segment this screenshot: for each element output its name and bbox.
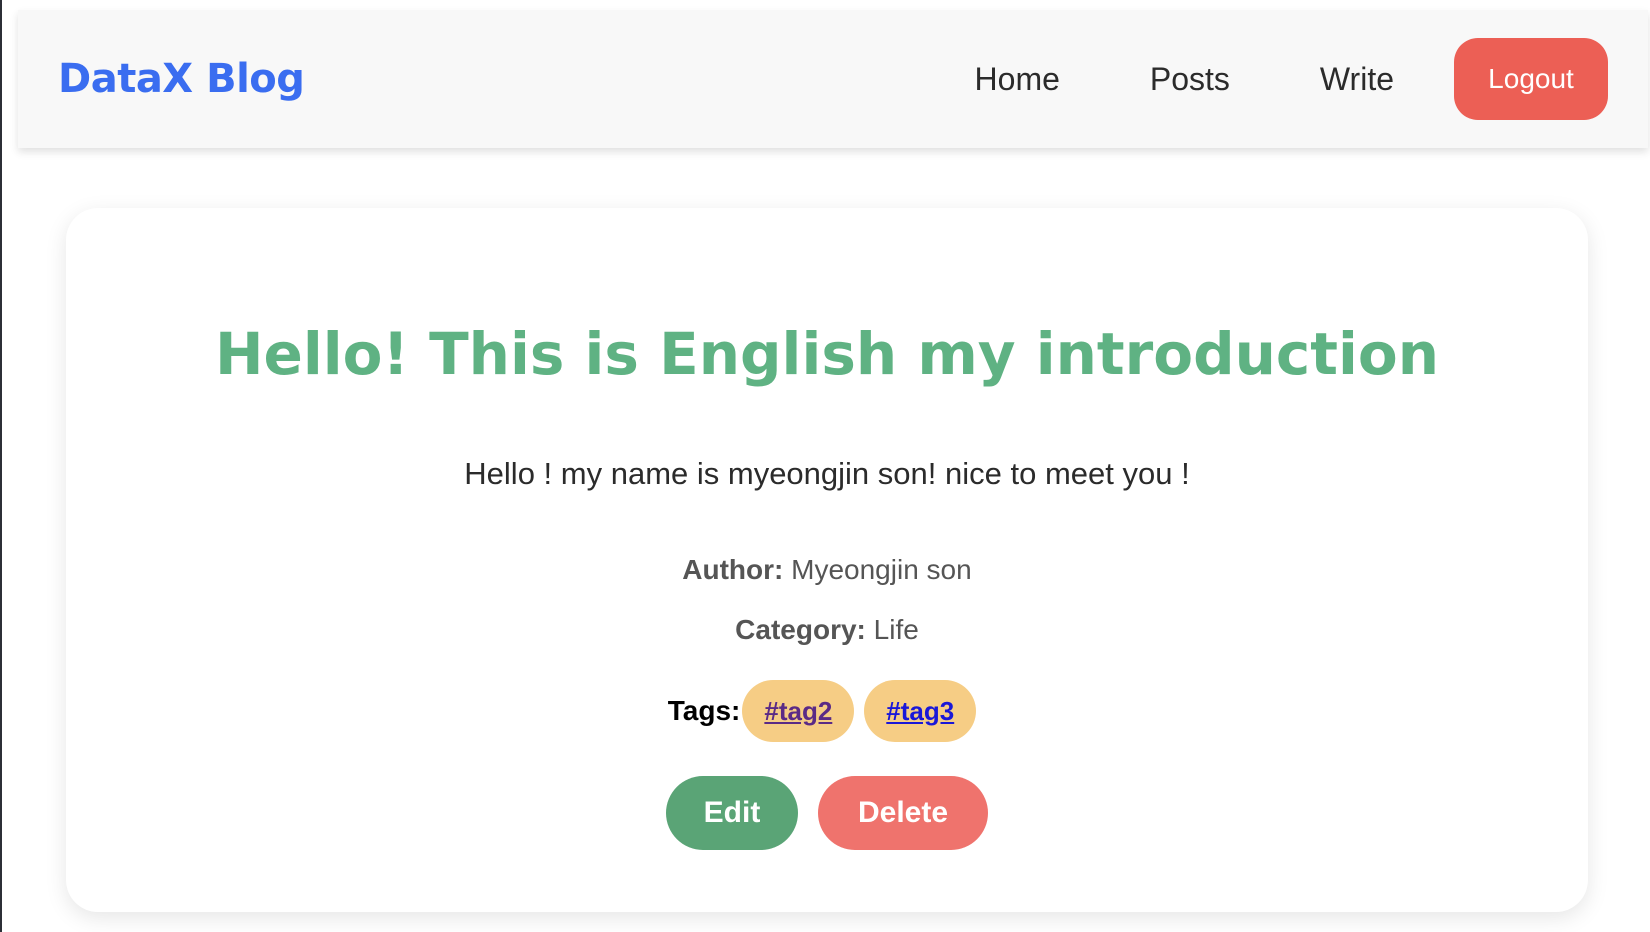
post-body: Hello ! my name is myeongjin son! nice t… bbox=[464, 456, 1190, 491]
logout-button[interactable]: Logout bbox=[1454, 38, 1608, 120]
category-label: Category: bbox=[735, 614, 866, 645]
edit-button[interactable]: Edit bbox=[666, 776, 798, 850]
post-tags: Tags: #tag2 #tag3 bbox=[66, 680, 1588, 742]
nav-link-posts[interactable]: Posts bbox=[1150, 61, 1230, 98]
post-author: Author: Myeongjin son bbox=[66, 554, 1588, 586]
navbar: DataX Blog Home Posts Write Logout bbox=[18, 10, 1648, 148]
post-title: Hello! This is English my introduction bbox=[214, 320, 1440, 388]
nav-link-home[interactable]: Home bbox=[975, 61, 1060, 98]
author-value: Myeongjin son bbox=[791, 554, 972, 585]
post-card: Hello! This is English my introduction H… bbox=[66, 208, 1588, 912]
post-category: Category: Life bbox=[66, 614, 1588, 646]
delete-button[interactable]: Delete bbox=[818, 776, 988, 850]
category-value: Life bbox=[873, 614, 919, 645]
nav-links: Home Posts Write Logout bbox=[885, 38, 1608, 120]
window-edge bbox=[0, 0, 2, 932]
tag-link-tag2[interactable]: #tag2 bbox=[742, 680, 855, 742]
tags-label: Tags: bbox=[667, 695, 741, 726]
nav-link-write[interactable]: Write bbox=[1320, 61, 1394, 98]
tag-link-tag3[interactable]: #tag3 bbox=[864, 680, 977, 742]
author-label: Author: bbox=[682, 554, 784, 585]
brand-logo[interactable]: DataX Blog bbox=[58, 56, 305, 102]
post-actions: Edit Delete bbox=[66, 776, 1588, 850]
